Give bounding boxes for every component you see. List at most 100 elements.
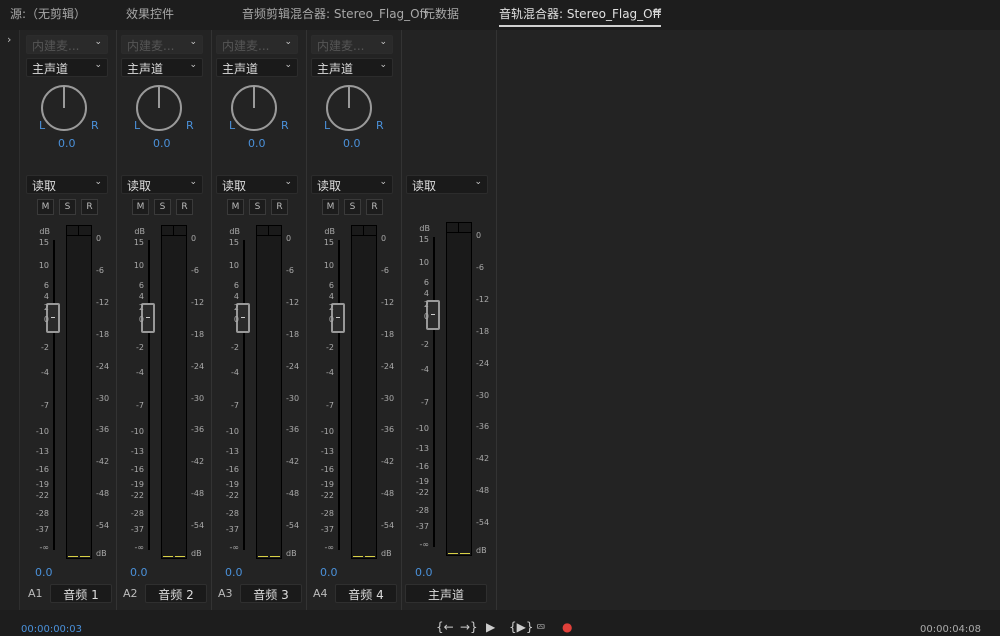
chevron-down-icon: ⌄ [379, 177, 387, 187]
panel-menu-icon[interactable]: ≡ [652, 5, 662, 19]
play-icon[interactable]: ▶ [486, 620, 495, 634]
track-strip: 内建麦... ⌄ 主声道 ⌄ L R 0.0 M S R 读取 ⌄ dB 15 10 6 4 2 0… [212, 30, 307, 610]
meter-scale-label: dB [191, 549, 202, 558]
output-select[interactable]: 主声道 ⌄ [26, 58, 108, 77]
record-enable-button[interactable]: R [176, 199, 193, 215]
volume-fader-track[interactable] [338, 240, 340, 550]
record-enable-button[interactable]: R [271, 199, 288, 215]
track-strip: 内建麦... ⌄ 主声道 ⌄ L R 0.0 M S R 读取 ⌄ dB 15 10 6 4 2 0… [117, 30, 212, 610]
output-select[interactable]: 主声道 ⌄ [121, 58, 203, 77]
pan-right-label: R [376, 119, 384, 132]
fader-scale-label: -19 [415, 477, 429, 486]
track-name[interactable]: 音频 3 [240, 584, 302, 603]
automation-select[interactable]: 读取 ⌄ [121, 175, 203, 194]
fader-scale-label: -4 [231, 368, 239, 377]
master-strip: 读取 ⌄ dB 15 10 6 4 2 0 -2 -4 -7 -10 -13 -16 -19 -22 -28 -3… [402, 30, 497, 610]
pan-value[interactable]: 0.0 [343, 137, 361, 150]
expand-icon[interactable]: › [7, 33, 11, 46]
go-to-out-icon[interactable]: →} [460, 620, 478, 634]
automation-select[interactable]: 读取 ⌄ [406, 175, 488, 194]
volume-value[interactable]: 0.0 [130, 566, 148, 579]
meter-level-left [163, 556, 173, 557]
pan-value[interactable]: 0.0 [248, 137, 266, 150]
record-icon[interactable]: ● [562, 620, 572, 634]
track-name[interactable]: 主声道 [405, 584, 487, 603]
mute-button[interactable]: M [322, 199, 339, 215]
volume-value[interactable]: 0.0 [225, 566, 243, 579]
track-name[interactable]: 音频 4 [335, 584, 397, 603]
fader-scale-label: -∞ [419, 540, 429, 549]
fader-scale-label: -28 [225, 509, 239, 518]
meter-scale-label: -12 [286, 298, 300, 307]
volume-value[interactable]: 0.0 [320, 566, 338, 579]
meter-scale-label: dB [96, 549, 107, 558]
solo-button[interactable]: S [59, 199, 76, 215]
track-name[interactable]: 音频 2 [145, 584, 207, 603]
fader-scale-label: -2 [326, 343, 334, 352]
peak-indicator[interactable] [67, 226, 91, 236]
peak-indicator[interactable] [257, 226, 281, 236]
fader-scale-label: -13 [35, 447, 49, 456]
automation-select[interactable]: 读取 ⌄ [216, 175, 298, 194]
record-enable-button[interactable]: R [366, 199, 383, 215]
fader-scale-label: -16 [320, 465, 334, 474]
volume-fader-track[interactable] [148, 240, 150, 550]
track-name[interactable]: 音频 1 [50, 584, 112, 603]
fader-scale-label: 4 [233, 292, 239, 301]
current-timecode[interactable]: 00:00:00:03 [21, 624, 82, 635]
volume-value[interactable]: 0.0 [35, 566, 53, 579]
fader-scale-label: dB [324, 227, 335, 236]
fader-scale-label: 15 [228, 238, 239, 247]
meter-scale-label: -42 [381, 457, 395, 466]
mute-button[interactable]: M [132, 199, 149, 215]
peak-indicator[interactable] [162, 226, 186, 236]
pan-value[interactable]: 0.0 [153, 137, 171, 150]
solo-button[interactable]: S [249, 199, 266, 215]
meter-scale-label: 0 [381, 234, 387, 243]
fader-scale-label: 0 [138, 315, 144, 324]
pan-knob[interactable] [41, 85, 87, 131]
play-in-to-out-icon[interactable]: {▶} [509, 620, 534, 634]
solo-button[interactable]: S [154, 199, 171, 215]
fader-scale-label: -13 [130, 447, 144, 456]
tab-4[interactable]: 音轨混合器: Stereo_Flag_Off [499, 5, 661, 27]
fader-scale-label: 4 [43, 292, 49, 301]
solo-button[interactable]: S [344, 199, 361, 215]
fader-scale-label: 4 [138, 292, 144, 301]
meter-level-left [448, 553, 458, 554]
pan-knob[interactable] [326, 85, 372, 131]
fader-scale-label: 4 [328, 292, 334, 301]
meter-scale-label: 0 [96, 234, 102, 243]
output-select[interactable]: 主声道 ⌄ [311, 58, 393, 77]
record-enable-button[interactable]: R [81, 199, 98, 215]
peak-indicator[interactable] [447, 223, 471, 233]
output-select[interactable]: 主声道 ⌄ [216, 58, 298, 77]
fader-scale-label: 0 [43, 315, 49, 324]
meter-scale-label: -36 [286, 425, 300, 434]
volume-fader-track[interactable] [243, 240, 245, 550]
fader-scale-label: -22 [320, 491, 334, 500]
meter-level-right [80, 556, 90, 557]
tab-2[interactable]: 音频剪辑混合器: Stereo_Flag_Off [242, 5, 428, 22]
volume-value[interactable]: 0.0 [415, 566, 433, 579]
loop-icon[interactable]: ⮹ [536, 620, 546, 635]
pan-knob[interactable] [136, 85, 182, 131]
mute-button[interactable]: M [227, 199, 244, 215]
fader-scale-label: 2 [43, 303, 49, 312]
volume-fader-track[interactable] [433, 237, 435, 547]
automation-select[interactable]: 读取 ⌄ [311, 175, 393, 194]
mute-button[interactable]: M [37, 199, 54, 215]
go-to-in-icon[interactable]: {← [436, 620, 454, 634]
volume-fader-track[interactable] [53, 240, 55, 550]
automation-select[interactable]: 读取 ⌄ [26, 175, 108, 194]
peak-indicator[interactable] [352, 226, 376, 236]
input-select: 内建麦... ⌄ [311, 35, 393, 54]
pan-knob[interactable] [231, 85, 277, 131]
track-strip: 内建麦... ⌄ 主声道 ⌄ L R 0.0 M S R 读取 ⌄ dB 15 10 6 4 2 0… [307, 30, 402, 610]
tab-1[interactable]: 效果控件 [126, 5, 174, 22]
meter-level-left [68, 556, 78, 557]
tab-3[interactable]: 元数据 [423, 5, 459, 22]
tab-0[interactable]: 源:（无剪辑） [10, 5, 86, 22]
track-id: A4 [313, 587, 328, 600]
pan-value[interactable]: 0.0 [58, 137, 76, 150]
